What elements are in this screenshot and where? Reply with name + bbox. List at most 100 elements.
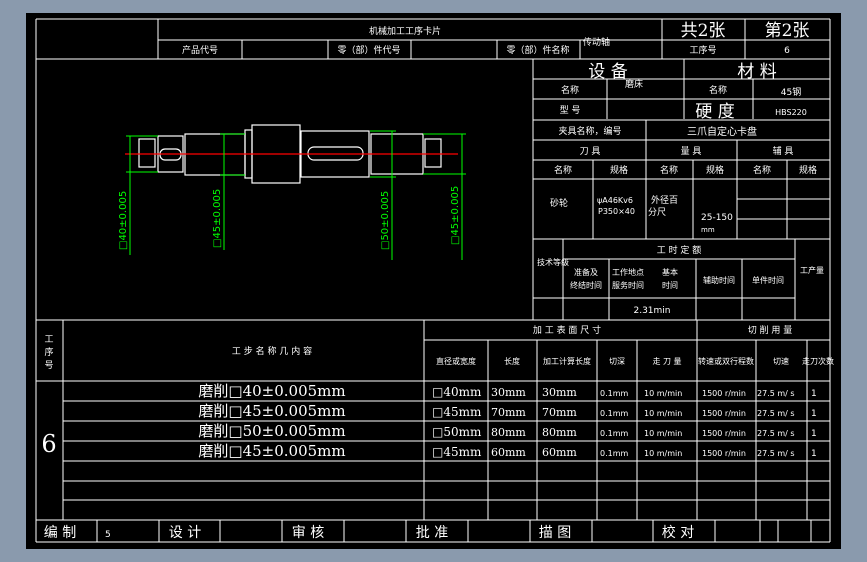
measuring-spec-label: 规格 [706,164,724,176]
measuring-tool-spec-2: mm [701,226,715,234]
dim-label-50: □50±0.005 [380,191,391,250]
trace-label: 描 图 [539,525,571,541]
cell-len: 30mm [491,386,526,399]
column-header: 切深 [609,357,625,366]
equipment-model-label: 型 号 [560,105,581,116]
cell-feed: 10 m/min [644,429,682,438]
measuring-tool-spec-1: 25-150 [701,213,733,223]
approve-label: 批 准 [416,525,448,541]
column-header: 长度 [504,356,520,366]
cell-speed: 1500 r/min [702,409,746,418]
cell-dia: □45mm [432,405,482,419]
material-title: 材 料 [737,62,776,82]
cutting-tool-spec-1: ψA46Kv6 [597,196,633,205]
sheet-number: 第2张 [765,21,810,41]
design-label: 设 计 [169,525,201,541]
part-name: 传动轴 [583,36,610,48]
cell-cut-speed: 27.5 m/ s [757,449,795,458]
cell-content: 磨削□45±0.005mm [198,442,345,460]
material-name-label: 名称 [709,84,727,96]
op-no-value: 6 [41,430,56,458]
cell-content: 磨削□45±0.005mm [198,402,345,420]
cell-passes: 1 [811,409,817,419]
compiled-label: 编 制 [44,525,76,541]
time-quota-title: 工 时 定 额 [657,244,702,256]
hardness-value: HBS220 [775,108,807,117]
cutting-tool-name: 砂轮 [550,197,568,209]
review-label: 审 核 [292,525,324,541]
measuring-tool-name-2: 分尺 [648,207,666,218]
cell-dia: □45mm [432,445,482,459]
cutting-name-label: 名称 [554,164,572,176]
part-name-label: 零（部）件名称 [506,44,569,56]
material-name: 45钢 [781,86,801,98]
column-header: 直径或宽度 [436,356,476,366]
column-header: 加工计算长度 [543,356,591,366]
dim-label-40: □40±0.005 [118,191,129,250]
column-header: 转速或双行程数 [698,356,754,366]
cell-content: 磨削□50±0.005mm [198,422,345,440]
cell-cut-speed: 27.5 m/ s [757,389,795,398]
service-time-label-1: 工作地点 [612,267,644,277]
cutting-spec-label: 规格 [610,164,628,176]
check-label: 校 对 [662,524,694,541]
surface-size-label: 加 工 表 面 尺 寸 [533,324,601,336]
cutting-tool-spec-2: P350×40 [598,207,635,216]
prep-time-label-2: 终结时间 [570,280,602,290]
cell-speed: 1500 r/min [702,429,746,438]
cell-depth: 0.1mm [600,389,629,398]
fixture-value: 三爪自定心卡盘 [687,125,757,138]
cell-calc-len: 30mm [542,386,577,399]
step-content-label: 工 步 名 称 几 内 容 [232,345,312,357]
cell-passes: 1 [811,389,817,399]
cell-calc-len: 80mm [542,426,577,439]
tech-level-label: 技术等级 [537,257,569,267]
cutting-tool-label: 刀 具 [580,146,601,157]
operation-no: 6 [784,46,790,56]
aux-spec-label: 规格 [799,164,817,176]
basic-time-label-1: 基本 [662,267,678,277]
cell-depth: 0.1mm [600,449,629,458]
card-title: 机械加工工序卡片 [369,25,441,37]
op-no-label: 工序号 [44,335,53,371]
equipment-title: 设 备 [588,62,627,82]
cell-calc-len: 60mm [542,446,577,459]
cell-speed: 1500 r/min [702,449,746,458]
cell-feed: 10 m/min [644,389,682,398]
cell-calc-len: 70mm [542,406,577,419]
cell-passes: 1 [811,429,817,439]
aux-time-label: 辅助时间 [703,275,735,285]
process-card-drawing: □40±0.005 □45±0.005 □50±0.005 □45±0.005 … [26,13,841,549]
column-header: 切速 [773,357,789,366]
fixture-label: 夹具名称，编号 [558,125,621,137]
equipment-name: 磨床 [625,78,643,90]
equipment-name-label: 名称 [561,84,579,96]
cutting-amount-label: 切 削 用 量 [748,324,793,336]
basic-time-value: 2.31min [633,306,670,316]
cell-depth: 0.1mm [600,429,629,438]
prep-time-label-1: 准备及 [574,267,598,277]
measuring-tool-name-1: 外径百 [651,194,678,206]
cell-len: 60mm [491,446,526,459]
cell-cut-speed: 27.5 m/ s [757,429,795,438]
cell-len: 80mm [491,426,526,439]
cad-viewport[interactable]: □40±0.005 □45±0.005 □50±0.005 □45±0.005 … [0,0,867,562]
cell-feed: 10 m/min [644,449,682,458]
cell-feed: 10 m/min [644,409,682,418]
compiled-value: 5 [105,530,111,540]
unit-time-label: 单件时间 [752,275,784,285]
product-code-label: 产品代号 [182,44,218,56]
cell-cut-speed: 27.5 m/ s [757,409,795,418]
column-header: 走刀次数 [802,356,834,366]
operation-no-label: 工序号 [689,44,716,56]
dim-label-45b: □45±0.005 [450,186,461,245]
cell-dia: □40mm [432,385,482,399]
output-label: 工产量 [800,265,824,275]
cell-speed: 1500 r/min [702,389,746,398]
cell-passes: 1 [811,449,817,459]
measuring-tool-label: 量 具 [681,146,702,157]
part-code-label: 零（部）件代号 [337,44,400,56]
aux-tool-label: 辅 具 [773,145,794,157]
cell-dia: □50mm [432,425,482,439]
cell-depth: 0.1mm [600,409,629,418]
